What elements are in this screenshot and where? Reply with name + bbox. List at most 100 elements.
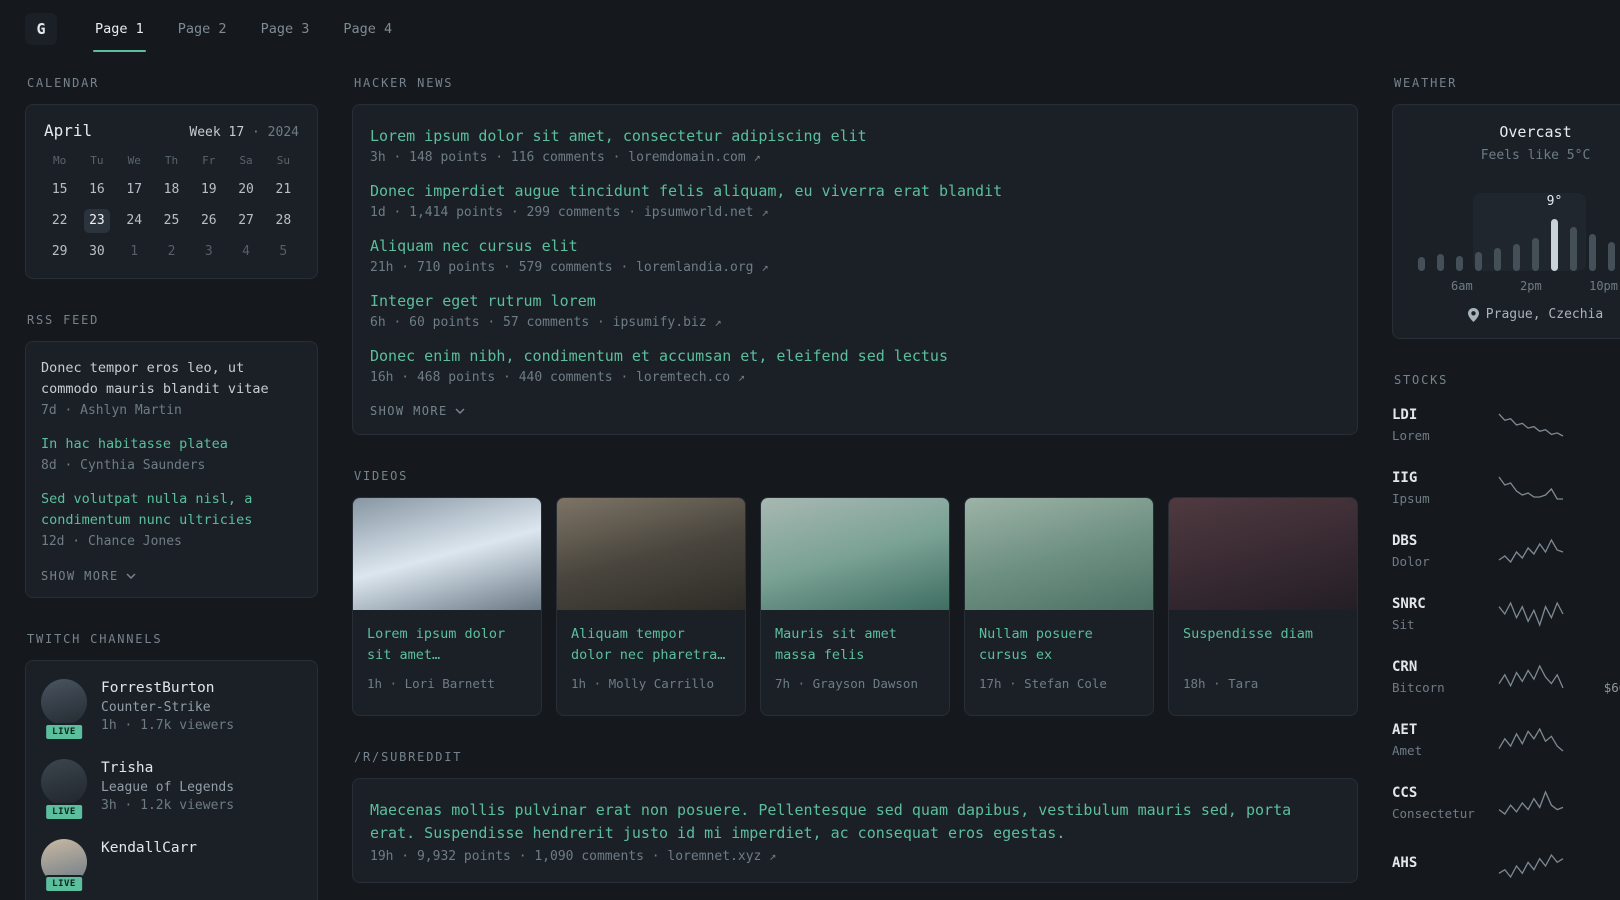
live-badge: LIVE	[44, 723, 84, 741]
calendar-weekday: Sa	[239, 154, 253, 167]
calendar-day[interactable]: 30	[78, 240, 115, 264]
location-pin-icon	[1467, 307, 1479, 322]
external-link-icon: ↗	[769, 849, 777, 863]
video-title[interactable]: Nullam posuere cursus ex	[979, 624, 1139, 666]
calendar-day[interactable]: 2	[153, 240, 190, 264]
rss-item-title[interactable]: Sed volutpat nulla nisl, a condimentum n…	[41, 489, 302, 531]
calendar-weekday: Tu	[90, 154, 104, 167]
calendar-day[interactable]: 1	[116, 240, 153, 264]
calendar-day[interactable]: 28	[265, 209, 302, 233]
twitch-channel-info: ForrestBurton Counter-Strike 1h · 1.7k v…	[101, 679, 234, 733]
weather-hour-bar	[1513, 244, 1520, 271]
hn-story-title[interactable]: Aliquam nec cursus elit	[370, 235, 1340, 258]
calendar-day[interactable]: 22	[41, 209, 78, 233]
subreddit-post: Maecenas mollis pulvinar erat non posuer…	[370, 799, 1340, 864]
hn-story-domain[interactable]: loremdomain.com	[628, 150, 745, 165]
weather-card: Overcast Feels like 5°C 9° 6am 2pm 10pm …	[1392, 104, 1620, 339]
video-title[interactable]: Lorem ipsum dolor sit amet consectetu…	[367, 624, 527, 666]
subreddit-post-domain[interactable]: loremnet.xyz	[667, 849, 761, 864]
stock-name: Dolor	[1392, 553, 1430, 569]
weather-time-afternoon: 2pm	[1520, 279, 1542, 293]
twitch-channel-row[interactable]: LIVE KendallCarr	[41, 839, 302, 893]
rss-item-title[interactable]: In hac habitasse platea	[41, 434, 302, 455]
twitch-channel-row[interactable]: LIVE Trisha League of Legends 3h · 1.2k …	[41, 759, 302, 821]
hn-show-more-button[interactable]: SHOW MORE	[370, 400, 465, 418]
stock-row[interactable]: IIG Ipsum +2.84% $42.04	[1392, 464, 1620, 511]
video-card[interactable]: Aliquam tempor dolor nec pharetra… 1h · …	[556, 497, 746, 716]
calendar-day[interactable]: 25	[153, 209, 190, 233]
video-card-body: Mauris sit amet massa felis 7h · Grayson…	[761, 610, 949, 715]
calendar-day[interactable]: 15	[41, 178, 78, 202]
calendar-day[interactable]: 19	[190, 178, 227, 202]
weather-location[interactable]: Prague, Czechia	[1409, 307, 1620, 322]
stock-row[interactable]: LDI Lorem +4.35% $795.18	[1392, 401, 1620, 448]
stock-row[interactable]: CCS Consectetur +0.51% $165.84	[1392, 779, 1620, 826]
external-link-icon: ↗	[737, 370, 746, 384]
hn-story-domain[interactable]: ipsumworld.net	[644, 205, 754, 220]
calendar-grid: Mo Tu We Th Fr Sa Su 15 16 17 18 19 20 21 22 23 24 25 26 27…	[41, 152, 302, 264]
hn-story-domain[interactable]: ipsumify.biz	[613, 315, 707, 330]
stock-values: +0.46%	[1583, 855, 1620, 876]
nav-tab[interactable]: Page 2	[166, 6, 239, 52]
stock-id: CCS Consectetur	[1392, 785, 1478, 821]
video-title[interactable]: Mauris sit amet massa felis	[775, 624, 935, 666]
video-card[interactable]: Lorem ipsum dolor sit amet consectetu… 1…	[352, 497, 542, 716]
stock-symbol: SNRC	[1392, 595, 1426, 612]
stock-row[interactable]: AHS +0.46%	[1392, 842, 1620, 889]
video-card[interactable]: Suspendisse diam 18h · Tara	[1168, 497, 1358, 716]
calendar-day[interactable]: 21	[265, 178, 302, 202]
stock-row[interactable]: AET Amet +0.92% $499.72	[1392, 716, 1620, 763]
hn-story-title[interactable]: Donec imperdiet augue tincidunt felis al…	[370, 180, 1340, 203]
calendar-day[interactable]: 3	[190, 240, 227, 264]
calendar-day[interactable]: 17	[116, 178, 153, 202]
subreddit-post-title[interactable]: Maecenas mollis pulvinar erat non posuer…	[370, 799, 1340, 845]
twitch-card: LIVE ForrestBurton Counter-Strike 1h · 1…	[25, 660, 318, 900]
stock-sparkline	[1478, 853, 1583, 879]
video-thumbnail	[353, 498, 541, 610]
twitch-channel-name[interactable]: ForrestBurton	[101, 680, 234, 696]
rss-item-title[interactable]: Donec tempor eros leo, ut commodo mauris…	[41, 358, 302, 400]
calendar-day[interactable]: 26	[190, 209, 227, 233]
video-card-body: Nullam posuere cursus ex 17h · Stefan Co…	[965, 610, 1153, 715]
nav-tab[interactable]: Page 1	[83, 6, 156, 52]
video-meta: 7h · Grayson Dawson	[775, 676, 918, 691]
calendar-day-today[interactable]: 23	[83, 209, 110, 233]
stock-values: +1.42% $156.28	[1583, 533, 1620, 569]
twitch-avatar-wrap: LIVE	[41, 679, 87, 741]
hn-story-domain[interactable]: loremtech.co	[636, 370, 730, 385]
app-logo[interactable]: G	[25, 13, 57, 45]
twitch-channel-name[interactable]: KendallCarr	[101, 840, 197, 856]
calendar-day[interactable]: 5	[265, 240, 302, 264]
top-nav: G Page 1 Page 2 Page 3 Page 4	[0, 0, 1620, 52]
video-title[interactable]: Suspendisse diam	[1183, 624, 1343, 666]
hn-story-domain[interactable]: loremlandia.org	[636, 260, 753, 275]
section-title-subreddit: /R/SUBREDDIT	[354, 750, 463, 764]
twitch-channel-row[interactable]: LIVE ForrestBurton Counter-Strike 1h · 1…	[41, 679, 302, 741]
hn-story-stats: 16h · 468 points · 440 comments ·	[370, 370, 637, 385]
rss-show-more-button[interactable]: SHOW MORE	[41, 565, 136, 583]
stock-row[interactable]: CRN Bitcorn -1.00% $66,171.48	[1392, 653, 1620, 700]
hn-story-title[interactable]: Integer eget rutrum lorem	[370, 290, 1340, 313]
chevron-down-icon	[126, 573, 136, 579]
video-card[interactable]: Nullam posuere cursus ex 17h · Stefan Co…	[964, 497, 1154, 716]
nav-tab[interactable]: Page 3	[249, 6, 322, 52]
weather-time-evening: 10pm	[1589, 279, 1618, 293]
nav-tab[interactable]: Page 4	[331, 6, 404, 52]
stock-row[interactable]: DBS Dolor +1.42% $156.28	[1392, 527, 1620, 574]
calendar-day[interactable]: 16	[78, 178, 115, 202]
stock-id: AET Amet	[1392, 722, 1478, 758]
calendar-day[interactable]: 20	[227, 178, 264, 202]
stock-row[interactable]: SNRC Sit +1.36% $148.64	[1392, 590, 1620, 637]
calendar-card: April Week 17 · 2024 Mo Tu We Th Fr Sa Su 15 16 1…	[25, 104, 318, 279]
calendar-day[interactable]: 4	[227, 240, 264, 264]
video-card[interactable]: Mauris sit amet massa felis 7h · Grayson…	[760, 497, 950, 716]
video-title[interactable]: Aliquam tempor dolor nec pharetra…	[571, 624, 731, 666]
calendar-day[interactable]: 29	[41, 240, 78, 264]
twitch-channel-name[interactable]: Trisha	[101, 760, 234, 776]
calendar-day[interactable]: 27	[227, 209, 264, 233]
calendar-day[interactable]: 18	[153, 178, 190, 202]
weather-time-labels: 6am 2pm 10pm	[1409, 279, 1620, 293]
calendar-day[interactable]: 24	[116, 209, 153, 233]
hn-story-title[interactable]: Lorem ipsum dolor sit amet, consectetur …	[370, 125, 1340, 148]
hn-story-title[interactable]: Donec enim nibh, condimentum et accumsan…	[370, 345, 1340, 368]
